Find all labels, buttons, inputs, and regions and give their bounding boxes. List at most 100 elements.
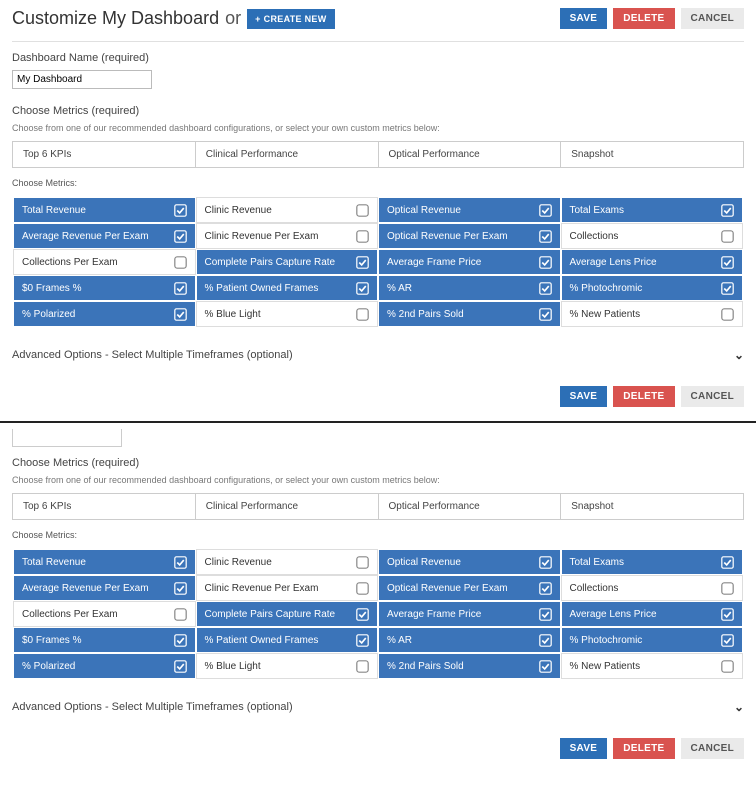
checkbox-checked-icon [721, 204, 734, 217]
metric-cell[interactable]: Collections Per Exam [13, 249, 196, 275]
metric-cell[interactable]: % Patient Owned Frames [196, 627, 379, 653]
tab-optical[interactable]: Optical Performance [379, 142, 562, 167]
metric-cell[interactable]: $0 Frames % [13, 275, 196, 301]
tab-optical[interactable]: Optical Performance [379, 494, 562, 519]
tab-snapshot[interactable]: Snapshot [561, 142, 743, 167]
tab-clinical[interactable]: Clinical Performance [196, 494, 379, 519]
metric-cell[interactable]: Total Exams [561, 197, 744, 223]
metric-cell[interactable]: Total Revenue [13, 549, 196, 575]
create-new-button[interactable]: + CREATE NEW [247, 9, 334, 29]
metric-cell[interactable]: Clinic Revenue [196, 197, 379, 223]
metric-cell[interactable]: Clinic Revenue Per Exam [196, 223, 379, 249]
advanced-options-label: Advanced Options - Select Multiple Timef… [12, 701, 293, 713]
config-tabs: Top 6 KPIs Clinical Performance Optical … [12, 141, 744, 168]
metric-cell[interactable]: Collections [561, 223, 744, 249]
metric-cell[interactable]: Average Lens Price [561, 249, 744, 275]
checkbox-checked-icon [721, 282, 734, 295]
checkbox-checked-icon [174, 582, 187, 595]
checkbox-unchecked-icon [721, 660, 734, 673]
choose-metrics-sublabel: Choose from one of our recommended dashb… [12, 123, 744, 133]
metric-label: % Patient Owned Frames [205, 283, 319, 294]
choose-metrics-sublabel: Choose from one of our recommended dashb… [12, 475, 744, 485]
delete-button[interactable]: DELETE [613, 8, 674, 29]
metric-cell[interactable]: Optical Revenue Per Exam [378, 575, 561, 601]
metric-label: Total Revenue [22, 557, 86, 568]
metric-label: Clinic Revenue [205, 557, 272, 568]
checkbox-checked-icon [539, 204, 552, 217]
cancel-button[interactable]: CANCEL [681, 386, 744, 407]
metric-cell[interactable]: % Polarized [13, 301, 196, 327]
metric-cell[interactable]: % 2nd Pairs Sold [378, 653, 561, 679]
choose-metrics-label: Choose Metrics (required) [12, 105, 744, 117]
metric-label: Clinic Revenue [205, 205, 272, 216]
checkbox-checked-icon [539, 282, 552, 295]
metric-label: Clinic Revenue Per Exam [205, 583, 319, 594]
metric-cell[interactable]: Average Frame Price [378, 249, 561, 275]
metric-label: % 2nd Pairs Sold [387, 661, 464, 672]
cancel-button[interactable]: CANCEL [681, 738, 744, 759]
metric-cell[interactable]: % AR [378, 627, 561, 653]
checkbox-unchecked-icon [721, 582, 734, 595]
metric-cell[interactable]: Average Lens Price [561, 601, 744, 627]
metric-cell[interactable]: % AR [378, 275, 561, 301]
tab-snapshot[interactable]: Snapshot [561, 494, 743, 519]
metric-cell[interactable]: Optical Revenue [378, 197, 561, 223]
metric-label: % Blue Light [205, 309, 261, 320]
delete-button[interactable]: DELETE [613, 386, 674, 407]
metric-cell[interactable]: Complete Pairs Capture Rate [196, 601, 379, 627]
metric-cell[interactable]: % Blue Light [196, 653, 379, 679]
tab-top6[interactable]: Top 6 KPIs [13, 142, 196, 167]
metric-cell[interactable]: % Photochromic [561, 275, 744, 301]
metric-cell[interactable]: Total Exams [561, 549, 744, 575]
dashboard-name-input[interactable] [12, 70, 152, 89]
metric-cell[interactable]: $0 Frames % [13, 627, 196, 653]
chevron-down-icon: ⌄ [734, 700, 744, 714]
metric-cell[interactable]: Total Revenue [13, 197, 196, 223]
save-button[interactable]: SAVE [560, 738, 608, 759]
save-button[interactable]: SAVE [560, 8, 608, 29]
choose-metrics-caption: Choose Metrics: [12, 178, 744, 188]
metric-label: Collections [570, 583, 619, 594]
tab-top6[interactable]: Top 6 KPIs [13, 494, 196, 519]
plus-icon: + [255, 14, 261, 24]
metric-label: Average Lens Price [570, 609, 657, 620]
metric-cell[interactable]: Average Frame Price [378, 601, 561, 627]
checkbox-unchecked-icon [356, 582, 369, 595]
tab-clinical[interactable]: Clinical Performance [196, 142, 379, 167]
checkbox-unchecked-icon [721, 230, 734, 243]
metric-cell[interactable]: Collections Per Exam [13, 601, 196, 627]
metric-label: % New Patients [570, 309, 641, 320]
advanced-options-toggle[interactable]: Advanced Options - Select Multiple Timef… [0, 686, 756, 724]
cancel-button[interactable]: CANCEL [681, 8, 744, 29]
checkbox-checked-icon [356, 282, 369, 295]
checkbox-checked-icon [539, 660, 552, 673]
metric-cell[interactable]: Optical Revenue Per Exam [378, 223, 561, 249]
metric-cell[interactable]: % Patient Owned Frames [196, 275, 379, 301]
save-button[interactable]: SAVE [560, 386, 608, 407]
checkbox-checked-icon [539, 608, 552, 621]
advanced-options-toggle[interactable]: Advanced Options - Select Multiple Timef… [0, 334, 756, 372]
metric-cell[interactable]: % Photochromic [561, 627, 744, 653]
metric-label: Collections [570, 231, 619, 242]
metric-cell[interactable]: Optical Revenue [378, 549, 561, 575]
or-text: or [225, 8, 241, 29]
metric-cell[interactable]: Clinic Revenue Per Exam [196, 575, 379, 601]
metric-cell[interactable]: % 2nd Pairs Sold [378, 301, 561, 327]
choose-metrics-caption: Choose Metrics: [12, 530, 744, 540]
metric-cell[interactable]: % Polarized [13, 653, 196, 679]
checkbox-checked-icon [721, 256, 734, 269]
metric-label: Total Revenue [22, 205, 86, 216]
metric-cell[interactable]: Clinic Revenue [196, 549, 379, 575]
metric-cell[interactable]: % New Patients [561, 653, 744, 679]
metric-label: Complete Pairs Capture Rate [205, 609, 336, 620]
metric-cell[interactable]: Complete Pairs Capture Rate [196, 249, 379, 275]
checkbox-unchecked-icon [356, 204, 369, 217]
metric-cell[interactable]: Average Revenue Per Exam [13, 575, 196, 601]
metric-cell[interactable]: Average Revenue Per Exam [13, 223, 196, 249]
metric-cell[interactable]: % New Patients [561, 301, 744, 327]
checkbox-checked-icon [174, 660, 187, 673]
checkbox-unchecked-icon [721, 308, 734, 321]
metric-cell[interactable]: % Blue Light [196, 301, 379, 327]
delete-button[interactable]: DELETE [613, 738, 674, 759]
metric-cell[interactable]: Collections [561, 575, 744, 601]
